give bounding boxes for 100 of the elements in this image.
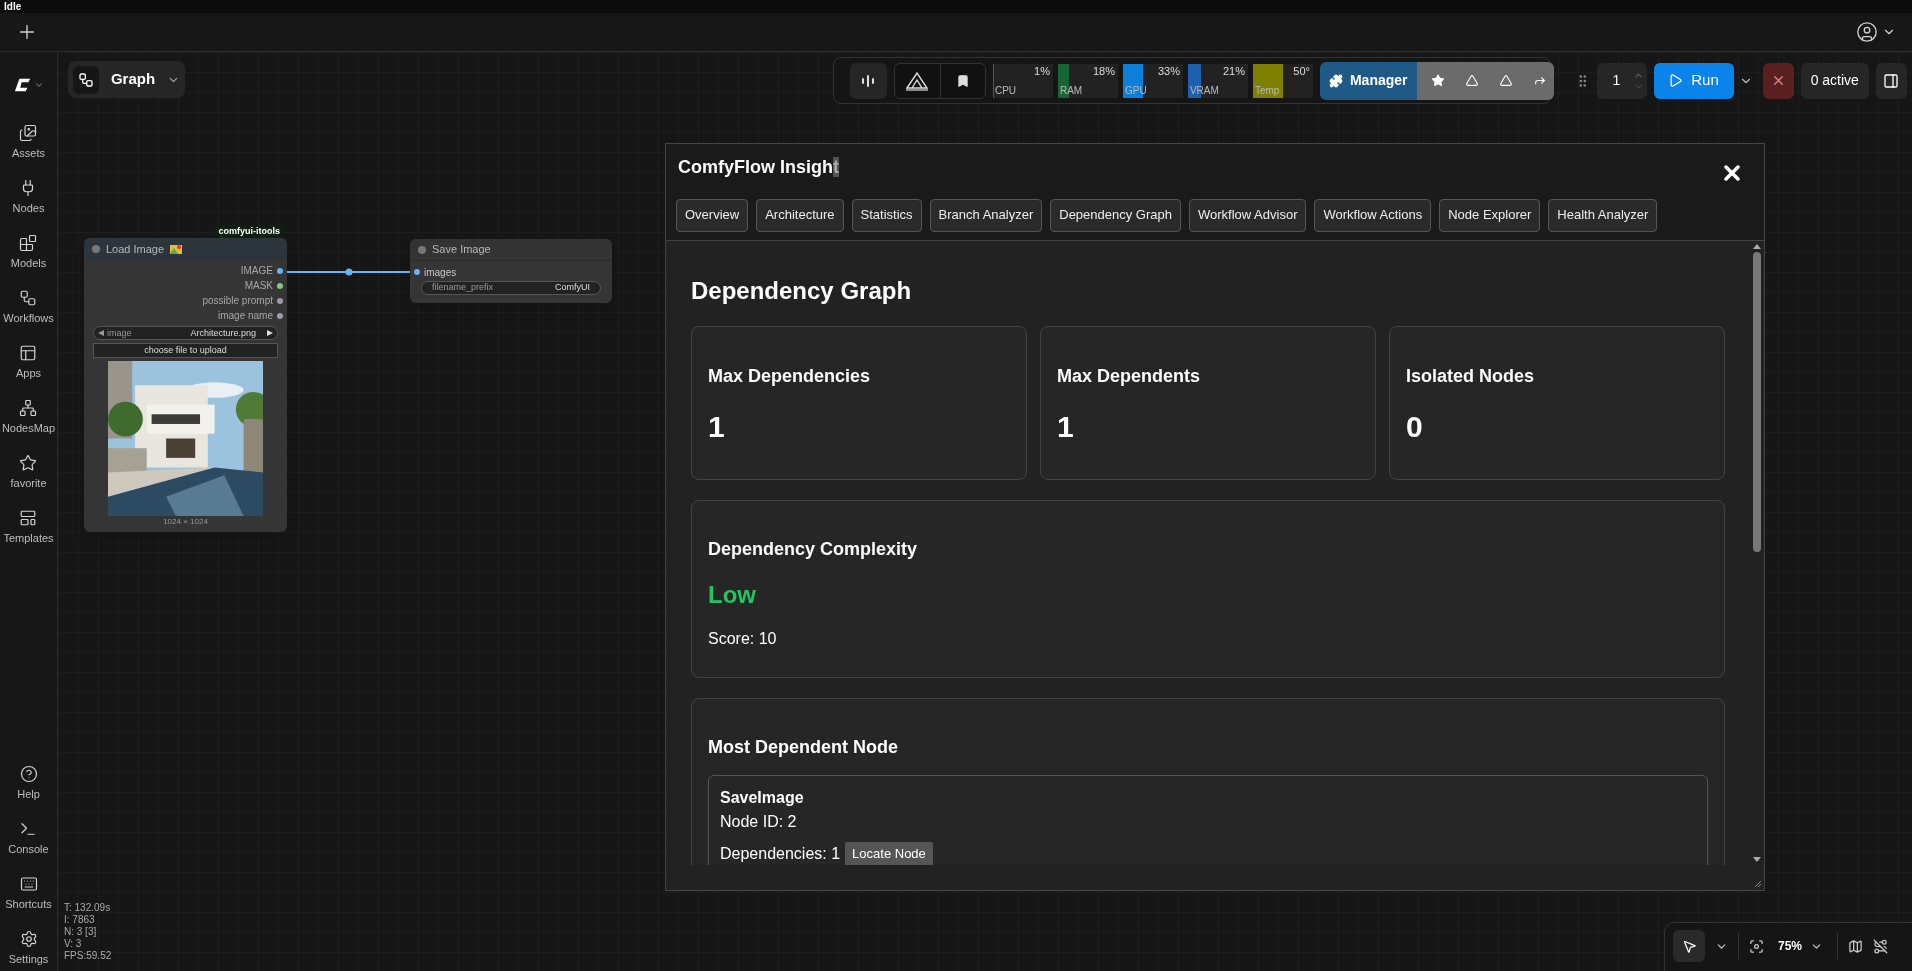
blocks-icon [19, 234, 38, 252]
tab[interactable]: Node Explorer [1439, 198, 1541, 232]
image-combo[interactable]: image Architecture.png [93, 326, 278, 341]
settings-icon [19, 930, 38, 948]
tab[interactable]: Health Analyzer [1548, 198, 1658, 232]
node-card[interactable]: Save Image images filename_prefix ComfyUI [410, 239, 612, 303]
stat-value: 1 [708, 412, 726, 442]
score-text: Score: 10 [708, 629, 778, 649]
graph-icon [77, 71, 94, 88]
star-icon [19, 454, 38, 472]
meter-label: Temp [1254, 85, 1280, 98]
network-icon [19, 399, 38, 417]
sidebar-item[interactable]: Console [8, 844, 49, 855]
terminal-icon [19, 820, 38, 838]
help-icon [19, 765, 38, 783]
complexity-value: Low [708, 580, 757, 610]
output-label: image name [217, 309, 273, 324]
graph-button[interactable]: Graph [68, 61, 185, 98]
tab[interactable]: Overview [676, 198, 749, 232]
sidebar-item[interactable]: Templates [3, 533, 54, 544]
stat-text: V: 3 [64, 938, 83, 950]
tab[interactable]: Branch Analyzer [929, 198, 1043, 232]
meter-reading: 18% [1092, 64, 1115, 79]
active-queue-button[interactable]: 0 active [1800, 62, 1869, 99]
card-title: Dependency Complexity [708, 538, 919, 561]
stat-text: T: 132.09s [64, 902, 112, 914]
combo-label: image [107, 326, 132, 340]
waveform-icon [861, 73, 876, 88]
node-card[interactable]: Load Image IMAGE MASK possible prompt image name image Architecture.png choose file to upload 1024 × 1024 [84, 238, 287, 533]
tab[interactable]: Workflow Advisor [1189, 198, 1307, 232]
upload-button[interactable]: choose file to upload [93, 343, 278, 359]
sidebar-item[interactable]: Models [10, 258, 47, 269]
text-widget[interactable]: filename_prefix ComfyUI [421, 281, 601, 295]
waveform-button[interactable] [850, 62, 887, 99]
stat-text: I: 7863 [64, 914, 96, 926]
stat-value: 1 [1057, 412, 1075, 442]
meter-reading: 21% [1222, 64, 1245, 79]
left-arrow-icon[interactable] [98, 330, 104, 337]
output-label: IMAGE [240, 264, 273, 279]
right-arrow-icon[interactable] [267, 330, 273, 337]
layout-icon [19, 344, 38, 362]
input-label: images [424, 265, 457, 280]
zoom-button[interactable]: 75% [1774, 930, 1828, 962]
panel-toggle-button[interactable] [1875, 62, 1907, 99]
mountain-logo-icon [905, 70, 930, 91]
cancel-button[interactable] [1762, 62, 1794, 99]
combo-value: Architecture.png [190, 326, 256, 340]
sidebar-item[interactable]: Nodes [12, 203, 45, 214]
sidebar-item[interactable]: favorite [10, 478, 47, 489]
sidebar-item[interactable]: NodesMap [1, 423, 56, 434]
scroll-thumb[interactable] [1753, 252, 1761, 552]
manager-button[interactable]: Manager [1319, 61, 1417, 100]
workflow-icon [19, 289, 38, 307]
tab[interactable]: Workflow Actions [1314, 198, 1432, 232]
sidebar-item[interactable]: Workflows [3, 313, 54, 324]
sidebar-item[interactable]: Help [17, 789, 40, 800]
image-size: 1024 × 1024 [163, 516, 208, 529]
card-title: Most Dependent Node [708, 736, 899, 759]
dependencies-text: Dependencies: 1 [720, 844, 841, 864]
resize-grip-icon[interactable] [1754, 880, 1762, 888]
node-name: SaveImage [720, 788, 805, 808]
hide-links-icon[interactable] [1873, 939, 1889, 954]
stat-label: Max Dependencies [708, 365, 872, 388]
node-title: Load Image [106, 242, 165, 257]
node-id: Node ID: 2 [720, 812, 798, 832]
sidebar-item[interactable]: Shortcuts [5, 899, 52, 910]
scroll-down-icon[interactable] [1753, 857, 1761, 862]
node-title: Save Image [432, 242, 491, 258]
node-badge: comfyui-itools [215, 225, 283, 239]
logo-icon[interactable] [13, 76, 32, 94]
user-icon[interactable] [1856, 21, 1878, 43]
meter-label: CPU [994, 85, 1017, 98]
meter-reading: 1% [1034, 64, 1050, 79]
select-tool-button[interactable] [1673, 930, 1705, 962]
section-heading: Dependency Graph [691, 279, 913, 303]
locate-node-button[interactable]: Locate Node [845, 842, 933, 865]
sidebar-item[interactable]: Apps [15, 368, 42, 379]
run-button[interactable]: Run [1653, 62, 1734, 99]
minimap-icon[interactable] [1848, 939, 1864, 954]
output-label: MASK [244, 279, 273, 294]
tab[interactable]: Dependency Graph [1050, 198, 1181, 232]
meter-reading: 50° [1293, 64, 1310, 79]
fit-view-icon[interactable] [1749, 939, 1764, 954]
tab[interactable]: Architecture [756, 198, 844, 232]
pointer-icon [1681, 938, 1697, 954]
images-icon [19, 124, 38, 142]
tab[interactable]: Statistics [851, 198, 922, 232]
landscape-icon [170, 243, 183, 256]
status-text: Idle [4, 1, 22, 12]
output-label: possible prompt [202, 294, 273, 309]
play-icon [1668, 73, 1684, 88]
puzzle-icon [1328, 73, 1343, 88]
keyboard-icon [19, 875, 38, 893]
sidebar-item[interactable]: Assets [12, 148, 45, 159]
widget-label: filename_prefix [432, 281, 494, 295]
dialog-title: ComfyFlow Insight [678, 155, 839, 179]
sidebar-item[interactable]: Settings [8, 954, 49, 965]
meter-label: RAM [1059, 85, 1083, 98]
stat-value: 0 [1406, 412, 1424, 442]
template-icon [19, 509, 38, 527]
